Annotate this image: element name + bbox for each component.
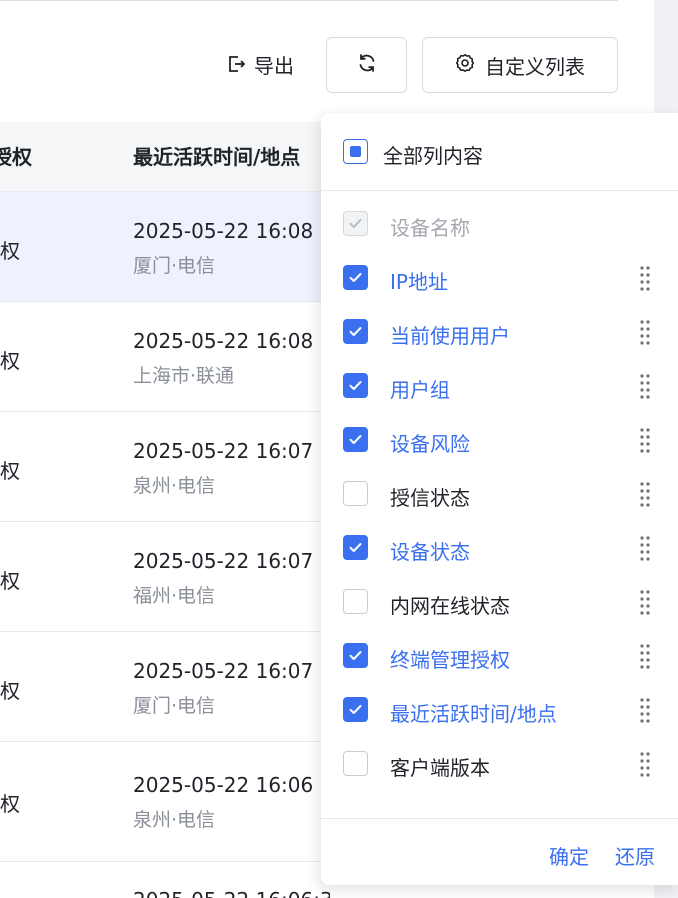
table-row[interactable]: 权 2025-05-22 16:07 厦门·电信: [0, 632, 330, 742]
top-divider: [0, 0, 618, 1]
column-option-label: 客户端版本: [390, 756, 490, 780]
drag-handle-icon[interactable]: [639, 480, 651, 508]
column-option-label: 授信状态: [390, 486, 470, 510]
column-option[interactable]: IP地址: [321, 262, 678, 302]
column-option-checkbox[interactable]: [343, 319, 368, 344]
column-option[interactable]: 设备状态: [321, 532, 678, 572]
select-all-checkbox[interactable]: [343, 139, 368, 164]
panel-footer: 确定 还原: [321, 818, 678, 885]
column-option: 设备名称: [321, 208, 678, 248]
column-option-checkbox[interactable]: [343, 751, 368, 776]
export-icon: [226, 54, 246, 74]
column-option-label: 当前使用用户: [390, 324, 510, 348]
column-option[interactable]: 最近活跃时间/地点: [321, 694, 678, 734]
table-row[interactable]: 权 2025-05-22 16:07 福州·电信: [0, 522, 330, 632]
column-option-label: 内网在线状态: [390, 594, 510, 618]
drag-handle-icon[interactable]: [639, 534, 651, 562]
time-cell: 2025-05-22 16:06: [133, 773, 314, 797]
column-settings-panel: 全部列内容 设备名称 IP地址当前使用用户 用户组设备风险授信状态设备状态内网在线状…: [321, 113, 678, 885]
column-option-label: 用户组: [390, 378, 450, 402]
drag-handle-icon[interactable]: [639, 318, 651, 346]
gear-icon: [455, 53, 475, 78]
device-table: 授权 最近活跃时间/地点 权 2025-05-22 16:08 厦门·电信 权 …: [0, 122, 330, 862]
column-option-checkbox[interactable]: [343, 697, 368, 722]
header-terminal-auth[interactable]: 授权: [0, 122, 32, 192]
custom-columns-label: 自定义列表: [485, 54, 585, 79]
table-row-partial[interactable]: 2025-05-22 16:06:33: [0, 860, 330, 898]
column-option-checkbox: [343, 211, 368, 236]
column-option-checkbox[interactable]: [343, 265, 368, 290]
column-option-checkbox[interactable]: [343, 427, 368, 452]
column-option-checkbox[interactable]: [343, 481, 368, 506]
time-cell: 2025-05-22 16:07: [133, 439, 314, 463]
auth-cell: 权: [0, 569, 20, 593]
auth-cell: 权: [0, 349, 20, 373]
table-row[interactable]: 权 2025-05-22 16:08 上海市·联通: [0, 302, 330, 412]
column-option[interactable]: 内网在线状态: [321, 586, 678, 626]
time-cell: 2025-05-22 16:07: [133, 549, 314, 573]
column-option[interactable]: 客户端版本: [321, 748, 678, 788]
location-cell: 厦门·电信: [133, 695, 216, 717]
select-all-row[interactable]: 全部列内容: [321, 113, 678, 191]
location-cell: 泉州·电信: [133, 809, 216, 831]
refresh-button[interactable]: [326, 37, 407, 93]
column-option-label: 终端管理授权: [390, 648, 510, 672]
column-option-checkbox[interactable]: [343, 535, 368, 560]
table-row[interactable]: 权 2025-05-22 16:06 泉州·电信: [0, 742, 330, 862]
auth-cell: 权: [0, 792, 20, 816]
export-label: 导出: [254, 53, 294, 78]
column-option[interactable]: 终端管理授权: [321, 640, 678, 680]
refresh-icon: [356, 52, 378, 78]
table-row[interactable]: 权 2025-05-22 16:07 泉州·电信: [0, 412, 330, 522]
drag-handle-icon[interactable]: [639, 750, 651, 778]
export-button[interactable]: 导出: [226, 44, 294, 84]
drag-handle-icon[interactable]: [639, 264, 651, 292]
table-row[interactable]: 权 2025-05-22 16:08 厦门·电信: [0, 192, 330, 302]
custom-columns-button[interactable]: 自定义列表: [422, 37, 618, 93]
time-cell: 2025-05-22 16:07: [133, 659, 314, 683]
column-option-checkbox[interactable]: [343, 589, 368, 614]
column-option-label: 设备状态: [390, 540, 470, 564]
drag-handle-icon[interactable]: [639, 426, 651, 454]
drag-handle-icon[interactable]: [639, 642, 651, 670]
time-cell: 2025-05-22 16:06:33: [133, 888, 330, 898]
column-option-label: IP地址: [390, 270, 448, 294]
column-option[interactable]: 用户组: [321, 370, 678, 410]
auth-cell: 权: [0, 239, 20, 263]
column-option[interactable]: 设备风险: [321, 424, 678, 464]
auth-cell: 权: [0, 459, 20, 483]
location-cell: 厦门·电信: [133, 255, 216, 277]
location-cell: 福州·电信: [133, 585, 216, 607]
confirm-button[interactable]: 确定: [549, 841, 589, 870]
time-cell: 2025-05-22 16:08: [133, 219, 314, 243]
time-cell: 2025-05-22 16:08: [133, 329, 314, 353]
drag-handle-icon[interactable]: [639, 696, 651, 724]
table-header: 授权 最近活跃时间/地点: [0, 122, 330, 192]
column-option-label: 设备名称: [390, 216, 470, 240]
select-all-label: 全部列内容: [383, 144, 483, 168]
column-option-checkbox[interactable]: [343, 643, 368, 668]
column-option-label: 设备风险: [390, 432, 470, 456]
column-option-label: 最近活跃时间/地点: [390, 702, 557, 726]
drag-handle-icon[interactable]: [639, 372, 651, 400]
column-option[interactable]: 授信状态: [321, 478, 678, 518]
column-option[interactable]: 当前使用用户: [321, 316, 678, 356]
location-cell: 泉州·电信: [133, 475, 216, 497]
reset-button[interactable]: 还原: [615, 841, 655, 870]
auth-cell: 权: [0, 679, 20, 703]
header-last-active[interactable]: 最近活跃时间/地点: [133, 122, 300, 192]
column-option-checkbox[interactable]: [343, 373, 368, 398]
location-cell: 上海市·联通: [133, 365, 235, 387]
drag-handle-icon[interactable]: [639, 588, 651, 616]
